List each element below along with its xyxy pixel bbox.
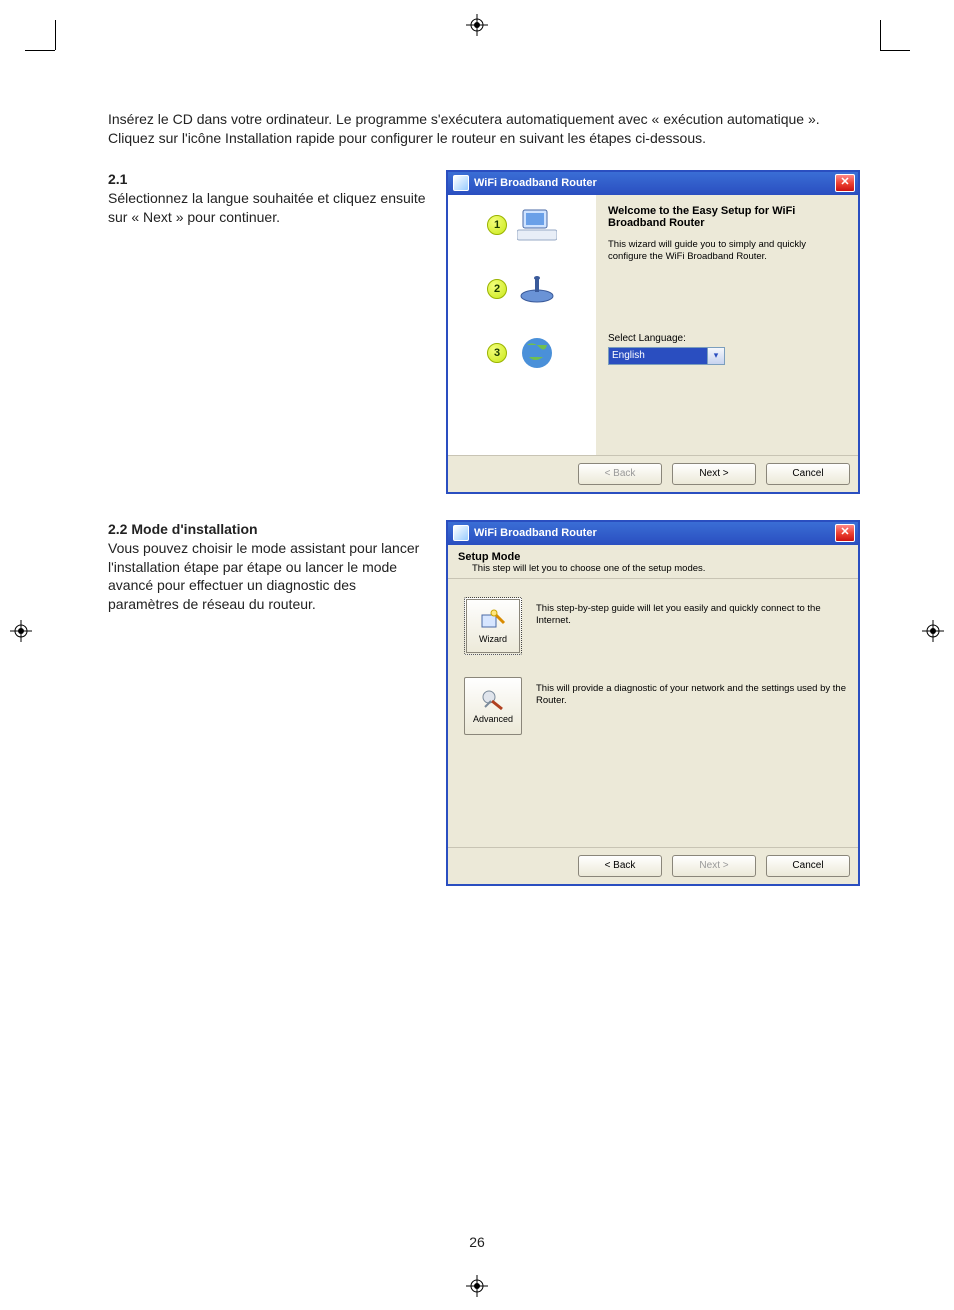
tools-icon	[480, 688, 506, 712]
wizard-mode-label: Wizard	[479, 634, 507, 644]
dialog-right-panel: Welcome to the Easy Setup for WiFi Broad…	[596, 195, 858, 455]
wizard-mode-button[interactable]: Wizard	[464, 597, 522, 655]
back-button[interactable]: < Back	[578, 855, 662, 877]
section-22-row: 2.2 Mode d'installation Vous pouvez choi…	[108, 520, 853, 886]
dialog-language-select: WiFi Broadband Router ✕ 1	[446, 170, 860, 494]
app-icon	[453, 175, 469, 191]
dialog-footer: < Back Next > Cancel	[448, 847, 858, 884]
window-title: WiFi Broadband Router	[474, 527, 597, 539]
step-badge: 1	[487, 215, 507, 235]
registration-mark-icon	[10, 620, 32, 642]
dialog-subheader: Setup Mode This step will let you to cho…	[448, 545, 858, 579]
section-number: 2.1	[108, 171, 127, 187]
section-number: 2.2	[108, 521, 127, 537]
advanced-mode-desc: This will provide a diagnostic of your n…	[536, 677, 846, 707]
registration-mark-icon	[922, 620, 944, 642]
titlebar: WiFi Broadband Router ✕	[448, 522, 858, 545]
step-badge: 3	[487, 343, 507, 363]
section-title: Mode d'installation	[131, 521, 257, 537]
wizard-icon	[480, 608, 506, 632]
mode-row-advanced: Advanced This will provide a diagnostic …	[464, 677, 846, 735]
crop-mark	[880, 50, 910, 51]
step-item: 3	[487, 335, 557, 371]
computer-icon	[517, 207, 557, 243]
mode-row-wizard: Wizard This step-by-step guide will let …	[464, 597, 846, 655]
dialog-footer: < Back Next > Cancel	[448, 455, 858, 492]
titlebar: WiFi Broadband Router ✕	[448, 172, 858, 195]
section-21-text: 2.1 Sélectionnez la langue souhaitée et …	[108, 170, 428, 494]
section-21-figure: WiFi Broadband Router ✕ 1	[446, 170, 860, 494]
chevron-down-icon[interactable]: ▾	[707, 348, 724, 364]
globe-icon	[517, 335, 557, 371]
registration-mark-icon	[466, 14, 488, 36]
welcome-description: This wizard will guide you to simply and…	[608, 239, 846, 263]
back-button[interactable]: < Back	[578, 463, 662, 485]
crop-mark	[55, 20, 56, 50]
subheader-title: Setup Mode	[458, 551, 848, 563]
advanced-mode-button[interactable]: Advanced	[464, 677, 522, 735]
section-22-text: 2.2 Mode d'installation Vous pouvez choi…	[108, 520, 428, 886]
language-select[interactable]: English ▾	[608, 347, 725, 365]
wizard-steps-panel: 1 2	[448, 195, 596, 455]
section-body: Sélectionnez la langue souhaitée et cliq…	[108, 190, 426, 225]
welcome-heading: Welcome to the Easy Setup for WiFi Broad…	[608, 205, 846, 229]
section-22-figure: WiFi Broadband Router ✕ Setup Mode This …	[446, 520, 860, 886]
page-number: 26	[0, 1234, 954, 1250]
next-button[interactable]: Next >	[672, 463, 756, 485]
step-item: 1	[487, 207, 557, 243]
window-title: WiFi Broadband Router	[474, 177, 597, 189]
intro-paragraph: Insérez le CD dans votre ordinateur. Le …	[108, 110, 853, 148]
close-button[interactable]: ✕	[835, 524, 855, 542]
language-value: English	[609, 348, 707, 364]
crop-mark	[880, 20, 881, 50]
step-item: 2	[487, 271, 557, 307]
subheader-desc: This step will let you to choose one of …	[458, 563, 848, 574]
step-badge: 2	[487, 279, 507, 299]
registration-mark-icon	[466, 1275, 488, 1297]
cancel-button[interactable]: Cancel	[766, 855, 850, 877]
section-body: Vous pouvez choisir le mode assistant po…	[108, 540, 419, 613]
close-button[interactable]: ✕	[835, 174, 855, 192]
app-icon	[453, 525, 469, 541]
crop-mark	[25, 50, 55, 51]
page-content: Insérez le CD dans votre ordinateur. Le …	[108, 110, 853, 912]
section-21-row: 2.1 Sélectionnez la langue souhaitée et …	[108, 170, 853, 494]
router-icon	[517, 271, 557, 307]
language-label: Select Language:	[608, 333, 846, 344]
wizard-mode-desc: This step-by-step guide will let you eas…	[536, 597, 846, 627]
next-button[interactable]: Next >	[672, 855, 756, 877]
advanced-mode-label: Advanced	[473, 714, 513, 724]
dialog-setup-mode: WiFi Broadband Router ✕ Setup Mode This …	[446, 520, 860, 886]
cancel-button[interactable]: Cancel	[766, 463, 850, 485]
